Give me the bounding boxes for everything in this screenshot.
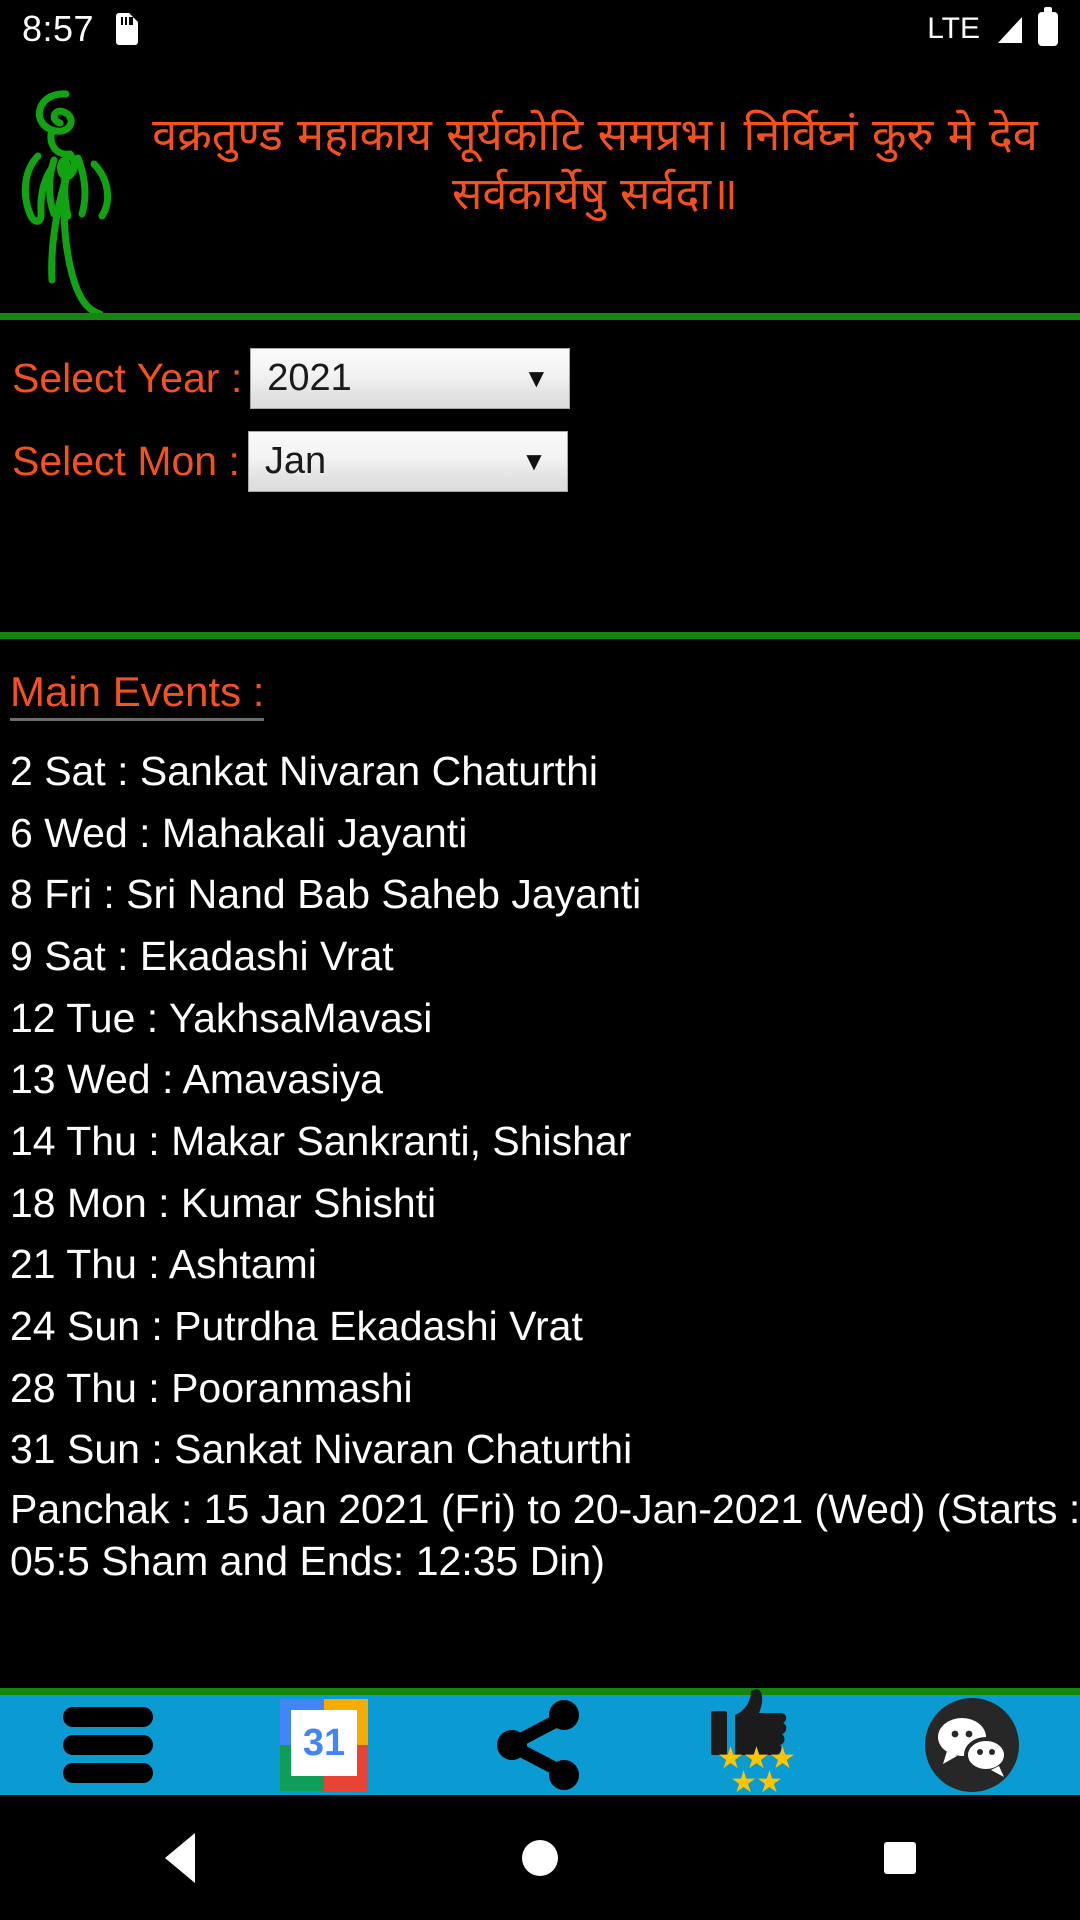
events-title: Main Events :	[10, 668, 265, 721]
events-list: 2 Sat : Sankat Nivaran Chaturthi 6 Wed : …	[10, 746, 1070, 1476]
year-row: Select Year : 2021 ▼	[12, 345, 1080, 411]
ganesha-logo-icon	[8, 74, 148, 316]
events-section: Main Events : 2 Sat : Sankat Nivaran Cha…	[0, 639, 1080, 1688]
year-select[interactable]: 2021 ▼	[250, 347, 571, 409]
status-bar-right: LTE	[927, 7, 1058, 46]
rate-app-control: ★★★ ★★	[691, 1689, 821, 1799]
calendar-day-number: 31	[291, 1710, 357, 1776]
shloka-text: वक्रतुण्ड महाकाय सूर्यकोटि समप्रभ। निर्व…	[152, 108, 1038, 220]
back-nav-button[interactable]	[0, 1795, 360, 1920]
event-item: 18 Mon : Kumar Shishti	[10, 1179, 437, 1226]
year-select-value: 2021	[267, 356, 352, 399]
toolbar-menu-button[interactable]	[0, 1695, 216, 1795]
status-bar-left: 8:57	[22, 8, 139, 50]
month-row: Select Mon : Jan ▼	[12, 428, 1080, 494]
share-icon	[497, 1700, 579, 1790]
month-select-value: Jan	[264, 439, 327, 482]
event-item: 13 Wed : Amavasiya	[10, 1056, 383, 1103]
toolbar-share-button[interactable]	[432, 1695, 648, 1795]
event-item: 14 Thu : Makar Sankranti, Shishar	[10, 1117, 632, 1164]
year-label: Select Year :	[12, 354, 243, 401]
panchak-note: Panchak : 15 Jan 2021 (Fri) to 20-Jan-20…	[10, 1485, 1080, 1584]
battery-full-icon	[1038, 7, 1058, 46]
rating-stars-row2: ★★	[730, 1766, 783, 1799]
toolbar-calendar-button[interactable]: 31	[216, 1695, 432, 1795]
chat-bubbles-icon	[925, 1698, 1019, 1792]
android-nav-bar	[0, 1795, 1080, 1920]
event-item: 6 Wed : Mahakali Jayanti	[10, 809, 468, 856]
event-item: 9 Sat : Ekadashi Vrat	[10, 932, 394, 979]
month-select[interactable]: Jan ▼	[247, 430, 568, 492]
month-label: Select Mon :	[12, 437, 240, 484]
network-label: LTE	[927, 12, 980, 45]
status-bar: 8:57 LTE	[0, 0, 1080, 58]
toolbar-rate-button[interactable]: ★★★ ★★	[648, 1689, 864, 1799]
recent-apps-nav-button[interactable]	[720, 1795, 1080, 1920]
home-nav-icon	[522, 1839, 558, 1876]
home-nav-button[interactable]	[360, 1795, 720, 1920]
divider-top	[0, 313, 1080, 320]
selection-form: Select Year : 2021 ▼ Select Mon : Jan ▼	[0, 320, 1080, 632]
rating-stars: ★★★ ★★	[691, 1744, 821, 1799]
divider-bottom	[0, 1688, 1080, 1695]
divider-middle	[0, 632, 1080, 639]
event-item: 8 Fri : Sri Nand Bab Saheb Jayanti	[10, 871, 642, 918]
app-header: वक्रतुण्ड महाकाय सूर्यकोटि समप्रभ। निर्व…	[0, 58, 1080, 316]
bottom-toolbar: 31 ★★★ ★★	[0, 1689, 1080, 1799]
event-item: 28 Thu : Pooranmashi	[10, 1364, 413, 1411]
signal-bars-icon	[994, 14, 1024, 44]
event-item: 21 Thu : Ashtami	[10, 1241, 317, 1288]
recent-apps-nav-icon	[884, 1841, 916, 1874]
event-item: 2 Sat : Sankat Nivaran Chaturthi	[10, 748, 598, 794]
hamburger-menu-icon	[63, 1707, 153, 1783]
sd-card-icon	[116, 13, 139, 45]
chevron-down-icon: ▼	[521, 446, 547, 476]
back-nav-icon	[165, 1832, 195, 1883]
google-calendar-icon: 31	[280, 1699, 368, 1791]
status-time: 8:57	[22, 8, 95, 49]
event-item: 24 Sun : Putrdha Ekadashi Vrat	[10, 1302, 583, 1349]
event-item: 31 Sun : Sankat Nivaran Chaturthi	[10, 1426, 633, 1473]
toolbar-chat-button[interactable]	[864, 1695, 1080, 1795]
chevron-down-icon: ▼	[523, 363, 550, 393]
app-root: 8:57 LTE वक्रतुण्ड महाकाय सूर्यकोटि समप्…	[0, 0, 1080, 1920]
event-item: 12 Tue : YakhsaMavasi	[10, 994, 433, 1041]
